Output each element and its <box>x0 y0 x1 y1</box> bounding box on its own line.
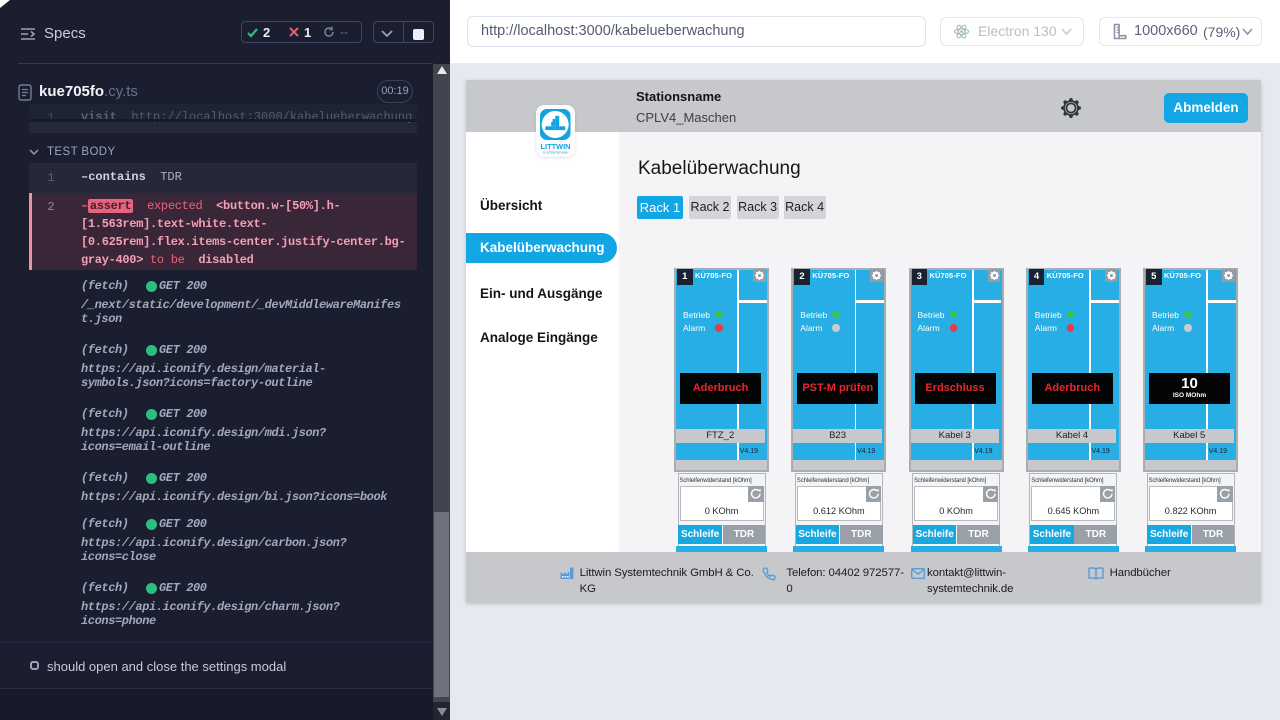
svg-text:SYSTEMTECHNIK: SYSTEMTECHNIK <box>543 151 569 155</box>
